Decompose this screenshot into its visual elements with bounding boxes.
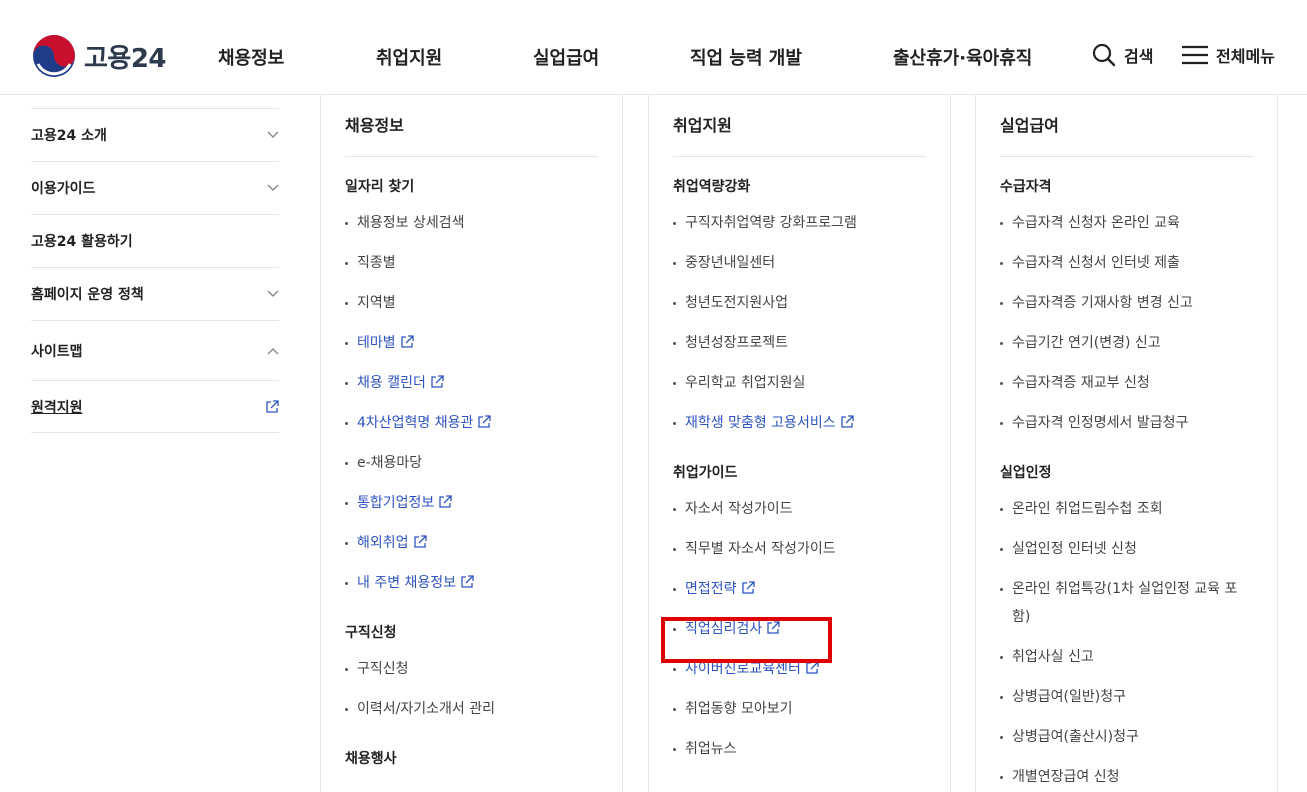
list-item[interactable]: 4차산업혁명 채용관 bbox=[345, 403, 598, 443]
list-item-vocational-psych-test[interactable]: 직업심리검사 bbox=[673, 609, 926, 649]
chevron-down-icon bbox=[267, 290, 279, 297]
list-item[interactable]: 취업사실 신고 bbox=[1000, 637, 1253, 677]
sidebar-item-label: 사이트맵 bbox=[31, 343, 83, 360]
sitemap-column-recruit: 채용정보 일자리 찾기 채용정보 상세검색 직종별 지역별 테마별 채용 캘린더… bbox=[320, 95, 623, 792]
list-item[interactable]: 온라인 취업드림수첩 조회 bbox=[1000, 489, 1253, 529]
list-item[interactable]: 중장년내일센터 bbox=[673, 243, 926, 283]
external-link-icon bbox=[431, 375, 444, 388]
sitemap-column-unemployment-benefit: 실업급여 수급자격 수급자격 신청자 온라인 교육 수급자격 신청서 인터넷 제… bbox=[975, 95, 1278, 792]
list-item[interactable]: 해외취업 bbox=[345, 523, 598, 563]
list-item[interactable]: 직종별 bbox=[345, 243, 598, 283]
list-item[interactable]: 재학생 맞춤형 고용서비스 bbox=[673, 403, 926, 443]
nav-vocational-training[interactable]: 직업 능력 개발 bbox=[690, 44, 893, 70]
all-menu-button[interactable]: 전체메뉴 bbox=[1182, 43, 1275, 67]
list-item[interactable]: 수급자격 신청자 온라인 교육 bbox=[1000, 203, 1253, 243]
all-menu-label: 전체메뉴 bbox=[1216, 47, 1275, 66]
list-item[interactable]: 사이버진로교육센터 bbox=[673, 649, 926, 689]
sidebar-item-label: 고용24 활용하기 bbox=[31, 234, 133, 250]
sidebar-item-remote-support[interactable]: 원격지원 bbox=[31, 380, 279, 433]
list-item[interactable]: 상병급여(일반)청구 bbox=[1000, 677, 1253, 717]
sidebar-item-about[interactable]: 고용24 소개 bbox=[31, 108, 279, 161]
external-link-icon bbox=[741, 581, 755, 594]
list-item[interactable]: 상병급여(출산시)청구 bbox=[1000, 717, 1253, 757]
list-item[interactable]: 지역별 bbox=[345, 283, 598, 323]
list-item[interactable]: 통합기업정보 bbox=[345, 483, 598, 523]
sidebar-item-sitemap[interactable]: 사이트맵 bbox=[31, 320, 279, 380]
list-item[interactable]: e-채용마당 bbox=[345, 443, 598, 483]
list-item[interactable]: 구직자취업역량 강화프로그램 bbox=[673, 203, 926, 243]
sidebar-item-usage[interactable]: 고용24 활용하기 bbox=[31, 214, 279, 267]
taegeuk-logo-icon bbox=[33, 35, 75, 77]
sidebar-item-guide[interactable]: 이용가이드 bbox=[31, 161, 279, 214]
list-item[interactable]: 채용정보 상세검색 bbox=[345, 203, 598, 243]
site-header: 고용24 채용정보 취업지원 실업급여 직업 능력 개발 출산휴가·육아휴직 검… bbox=[0, 0, 1307, 95]
list-item[interactable]: 수급기간 연기(변경) 신고 bbox=[1000, 323, 1253, 363]
chevron-down-icon bbox=[267, 184, 279, 191]
search-button[interactable]: 검색 bbox=[1092, 43, 1153, 67]
group-title: 채용행사 bbox=[345, 751, 397, 767]
sidebar-item-label: 홈페이지 운영 정책 bbox=[31, 287, 144, 303]
sidebar-item-label: 이용가이드 bbox=[31, 181, 96, 197]
external-link-icon bbox=[478, 415, 492, 428]
external-link-icon bbox=[400, 335, 414, 348]
column-title: 채용정보 bbox=[345, 95, 598, 157]
list-item[interactable]: 수급자격증 재교부 신청 bbox=[1000, 363, 1253, 403]
main-nav: 채용정보 취업지원 실업급여 직업 능력 개발 출산휴가·육아휴직 bbox=[218, 44, 1032, 70]
list-item[interactable]: 청년성장프로젝트 bbox=[673, 323, 926, 363]
external-link-icon bbox=[413, 535, 427, 548]
sitemap-column-employment-support: 취업지원 취업역량강화 구직자취업역량 강화프로그램 중장년내일센터 청년도전지… bbox=[648, 95, 951, 792]
external-link-icon bbox=[767, 621, 780, 634]
external-link-icon bbox=[806, 661, 819, 674]
group-title: 일자리 찾기 bbox=[345, 179, 415, 195]
list-item[interactable]: 수급자격증 기재사항 변경 신고 bbox=[1000, 283, 1253, 323]
group-title: 실업인정 bbox=[1000, 465, 1052, 481]
list-item[interactable]: 직무별 자소서 작성가이드 bbox=[673, 529, 926, 569]
site-logo[interactable]: 고용24 bbox=[32, 34, 167, 78]
list-item[interactable]: 취업동향 모아보기 bbox=[673, 689, 926, 729]
chevron-up-icon bbox=[267, 347, 279, 354]
sidebar-item-label: 고용24 소개 bbox=[31, 128, 107, 144]
nav-parental-leave[interactable]: 출산휴가·육아휴직 bbox=[893, 44, 1032, 70]
search-icon bbox=[1092, 43, 1116, 67]
nav-unemployment-benefit[interactable]: 실업급여 bbox=[533, 44, 690, 70]
group-title: 수급자격 bbox=[1000, 179, 1052, 195]
list-item[interactable]: 테마별 bbox=[345, 323, 598, 363]
list-item[interactable]: 내 주변 채용정보 bbox=[345, 563, 598, 603]
chevron-down-icon bbox=[267, 131, 279, 138]
sidebar-item-label: 원격지원 bbox=[31, 399, 83, 416]
group-title: 취업가이드 bbox=[673, 465, 738, 481]
group-title: 취업역량강화 bbox=[673, 179, 751, 195]
list-item[interactable]: 자소서 작성가이드 bbox=[673, 489, 926, 529]
search-label: 검색 bbox=[1124, 47, 1154, 66]
hamburger-icon bbox=[1182, 45, 1208, 65]
nav-employment-support[interactable]: 취업지원 bbox=[376, 44, 533, 70]
sidebar: 고용24 소개 이용가이드 고용24 활용하기 홈페이지 운영 정책 사이트맵 … bbox=[31, 108, 279, 433]
sidebar-item-policy[interactable]: 홈페이지 운영 정책 bbox=[31, 267, 279, 320]
list-item[interactable]: 수급자격 인정명세서 발급청구 bbox=[1000, 403, 1253, 443]
external-link-icon bbox=[461, 575, 474, 588]
list-item[interactable]: 취업뉴스 bbox=[673, 729, 926, 769]
external-link-icon bbox=[840, 415, 854, 428]
list-item[interactable]: 우리학교 취업지원실 bbox=[673, 363, 926, 403]
list-item[interactable]: 온라인 취업특강(1차 실업인정 교육 포함) bbox=[1000, 569, 1253, 637]
column-title: 취업지원 bbox=[673, 95, 926, 157]
column-title: 실업급여 bbox=[1000, 95, 1253, 157]
list-item[interactable]: 실업인정 인터넷 신청 bbox=[1000, 529, 1253, 569]
external-link-icon bbox=[439, 495, 452, 508]
list-item[interactable]: 구직신청 bbox=[345, 649, 598, 689]
list-item[interactable]: 청년도전지원사업 bbox=[673, 283, 926, 323]
list-item[interactable]: 개별연장급여 신청 bbox=[1000, 757, 1253, 792]
nav-recruit[interactable]: 채용정보 bbox=[218, 44, 376, 70]
list-item[interactable]: 이력서/자기소개서 관리 bbox=[345, 689, 598, 729]
logo-text: 고용24 bbox=[84, 43, 167, 74]
list-item[interactable]: 면접전략 bbox=[673, 569, 926, 609]
group-title: 구직신청 bbox=[345, 625, 397, 641]
external-link-icon bbox=[266, 399, 279, 413]
list-item[interactable]: 수급자격 신청서 인터넷 제출 bbox=[1000, 243, 1253, 283]
list-item[interactable]: 채용 캘린더 bbox=[345, 363, 598, 403]
